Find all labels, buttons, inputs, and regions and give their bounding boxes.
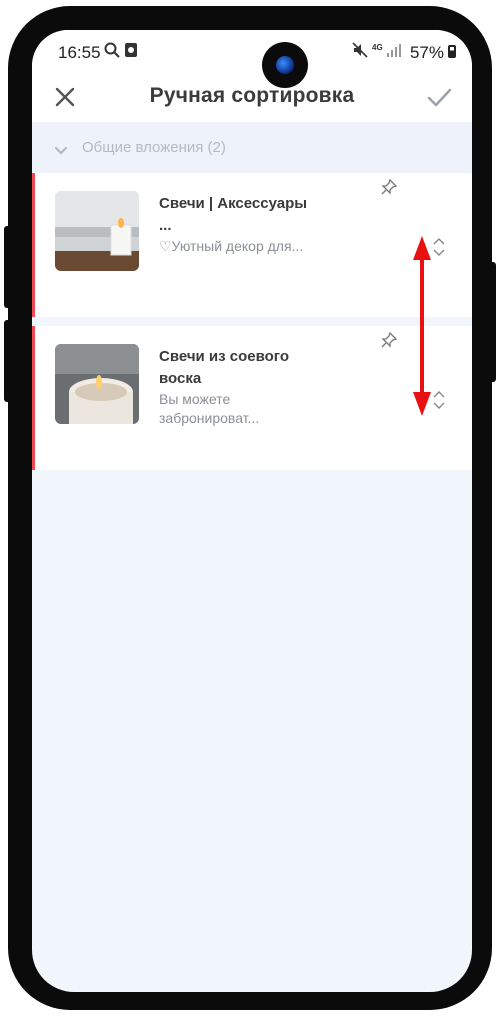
page-title: Ручная сортировка: [149, 84, 355, 107]
list-item[interactable]: Свечи | Аксессуары ... ♡Уютный декор для…: [32, 173, 472, 317]
item-thumbnail: [55, 191, 139, 271]
item-thumbnail: [55, 344, 139, 424]
status-time: 16:55: [58, 43, 101, 62]
item-title: Свечи из соевого воска: [159, 348, 290, 387]
check-icon: [427, 88, 452, 107]
chevron-down-icon: [54, 142, 68, 160]
signal-icon: [386, 42, 402, 61]
list-item[interactable]: Свечи из соевого воска Вы можете заброни…: [32, 326, 472, 470]
item-description: ♡Уютный декор для...: [159, 238, 304, 254]
notification-icon: [124, 42, 138, 61]
app-bar: Ручная сортировка: [32, 78, 472, 122]
pin-icon[interactable]: [381, 331, 398, 353]
item-description: Вы можете забронироват...: [159, 391, 260, 426]
battery-icon: [448, 45, 456, 58]
item-title: Свечи | Аксессуары ...: [159, 195, 308, 234]
mute-icon: [352, 42, 368, 61]
front-camera: [262, 42, 308, 88]
power-button: [4, 320, 12, 402]
side-key: [488, 262, 496, 382]
confirm-button[interactable]: [424, 82, 454, 112]
status-bar: 16:55 4G 57%: [32, 30, 472, 78]
section-header[interactable]: Общие вложения (2): [32, 122, 472, 174]
pin-icon[interactable]: [381, 178, 398, 200]
search-icon: [104, 42, 120, 61]
volume-button: [4, 226, 12, 308]
reorder-arrow-icon: [413, 236, 431, 416]
screen: 16:55 4G 57% Ручная сортировка Общие вло…: [32, 30, 472, 992]
network-4g-icon: 4G: [372, 43, 383, 52]
section-title: Общие вложения (2): [82, 139, 226, 156]
battery-percent: 57%: [409, 43, 444, 62]
